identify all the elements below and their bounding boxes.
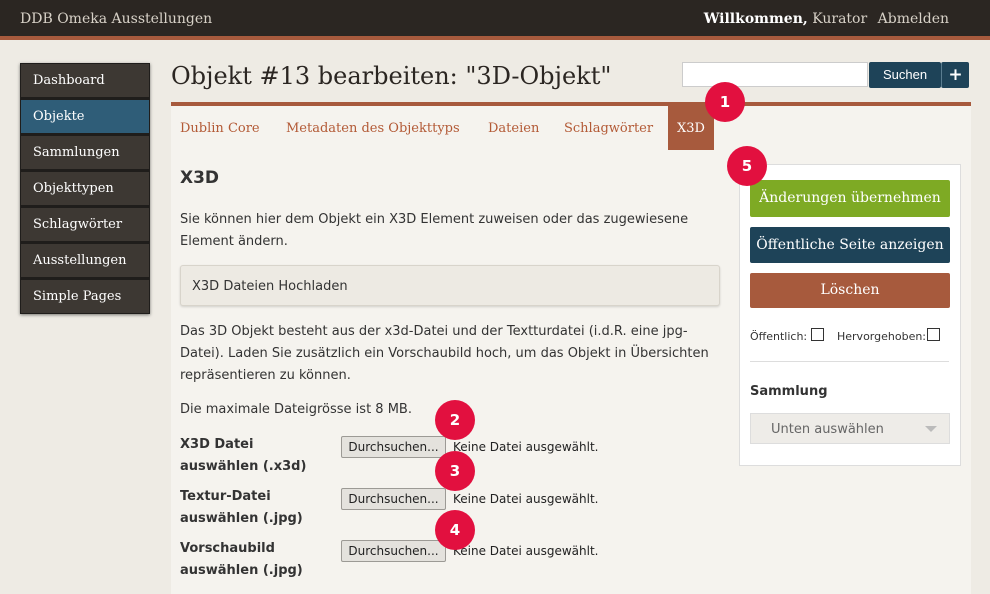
sidebar-item-simple-pages[interactable]: Simple Pages: [21, 280, 149, 313]
delete-button[interactable]: Löschen: [750, 273, 950, 308]
sidebar-item-dashboard[interactable]: Dashboard: [21, 64, 149, 97]
upload-section-header[interactable]: X3D Dateien Hochladen: [180, 265, 720, 306]
save-changes-button[interactable]: Änderungen übernehmen: [750, 180, 950, 217]
x3d-browse-button[interactable]: Durchsuchen...: [341, 436, 446, 458]
preview-file-label: Vorschaubild auswählen (.jpg): [180, 541, 303, 578]
annotation-badge-4: 4: [435, 510, 475, 550]
collection-select-value: Unten auswählen: [771, 422, 884, 437]
preview-browse-button[interactable]: Durchsuchen...: [341, 540, 446, 562]
public-checkbox[interactable]: [811, 328, 824, 341]
sidebar-item-objekttypen[interactable]: Objekttypen: [21, 172, 149, 205]
featured-checkbox[interactable]: [927, 328, 940, 341]
page-title: Objekt #13 bearbeiten: "3D-Objekt": [171, 62, 612, 90]
collection-heading: Sammlung: [750, 384, 828, 399]
logout-link[interactable]: Abmelden: [878, 11, 949, 27]
section-heading: X3D: [180, 168, 220, 188]
site-title[interactable]: DDB Omeka Ausstellungen: [20, 11, 212, 27]
texture-file-label: Textur-Datei auswählen (.jpg): [180, 489, 303, 526]
x3d-file-label: X3D Datei auswählen (.x3d): [180, 437, 307, 474]
tab-dublin-core[interactable]: Dublin Core: [180, 118, 260, 150]
annotation-badge-5: 5: [727, 146, 767, 186]
intro-text: Sie können hier dem Objekt ein X3D Eleme…: [180, 212, 689, 249]
collection-select[interactable]: Unten auswählen: [750, 413, 950, 444]
advanced-search-button[interactable]: +: [941, 62, 969, 88]
view-public-page-button[interactable]: Öffentliche Seite anzeigen: [750, 227, 950, 263]
top-bar: DDB Omeka Ausstellungen Willkommen, Kura…: [0, 0, 990, 40]
public-label: Öffentlich:: [750, 330, 808, 343]
user-menu: Willkommen, Kurator Abmelden: [704, 11, 949, 27]
texture-browse-button[interactable]: Durchsuchen...: [341, 488, 446, 510]
sidebar-item-objekte[interactable]: Objekte: [21, 100, 149, 133]
search-input[interactable]: [682, 62, 868, 87]
search-button[interactable]: Suchen: [869, 62, 941, 88]
texture-file-status: Keine Datei ausgewählt.: [453, 492, 599, 506]
user-link[interactable]: Kurator: [812, 11, 867, 27]
preview-file-status: Keine Datei ausgewählt.: [453, 544, 599, 558]
x3d-file-status: Keine Datei ausgewählt.: [453, 440, 599, 454]
tab-dateien[interactable]: Dateien: [488, 118, 539, 150]
sidebar-divider: [750, 361, 949, 362]
welcome-text: Willkommen,: [703, 11, 808, 27]
annotation-badge-1: 1: [705, 82, 745, 122]
tab-metadaten[interactable]: Metadaten des Objekttyps: [286, 118, 460, 150]
annotation-badge-3: 3: [435, 451, 475, 491]
sidebar-item-schlagwoerter[interactable]: Schlagwörter: [21, 208, 149, 241]
tab-schlagwoerter[interactable]: Schlagwörter: [564, 118, 653, 150]
chevron-down-icon: [925, 426, 937, 432]
sidebar-item-sammlungen[interactable]: Sammlungen: [21, 136, 149, 169]
sidebar-nav: Dashboard Objekte Sammlungen Objekttypen…: [20, 63, 150, 314]
featured-label: Hervorgehoben:: [837, 330, 927, 343]
sidebar-item-ausstellungen[interactable]: Ausstellungen: [21, 244, 149, 277]
annotation-badge-2: 2: [435, 400, 475, 440]
description-text: Das 3D Objekt besteht aus der x3d-Datei …: [180, 324, 709, 383]
